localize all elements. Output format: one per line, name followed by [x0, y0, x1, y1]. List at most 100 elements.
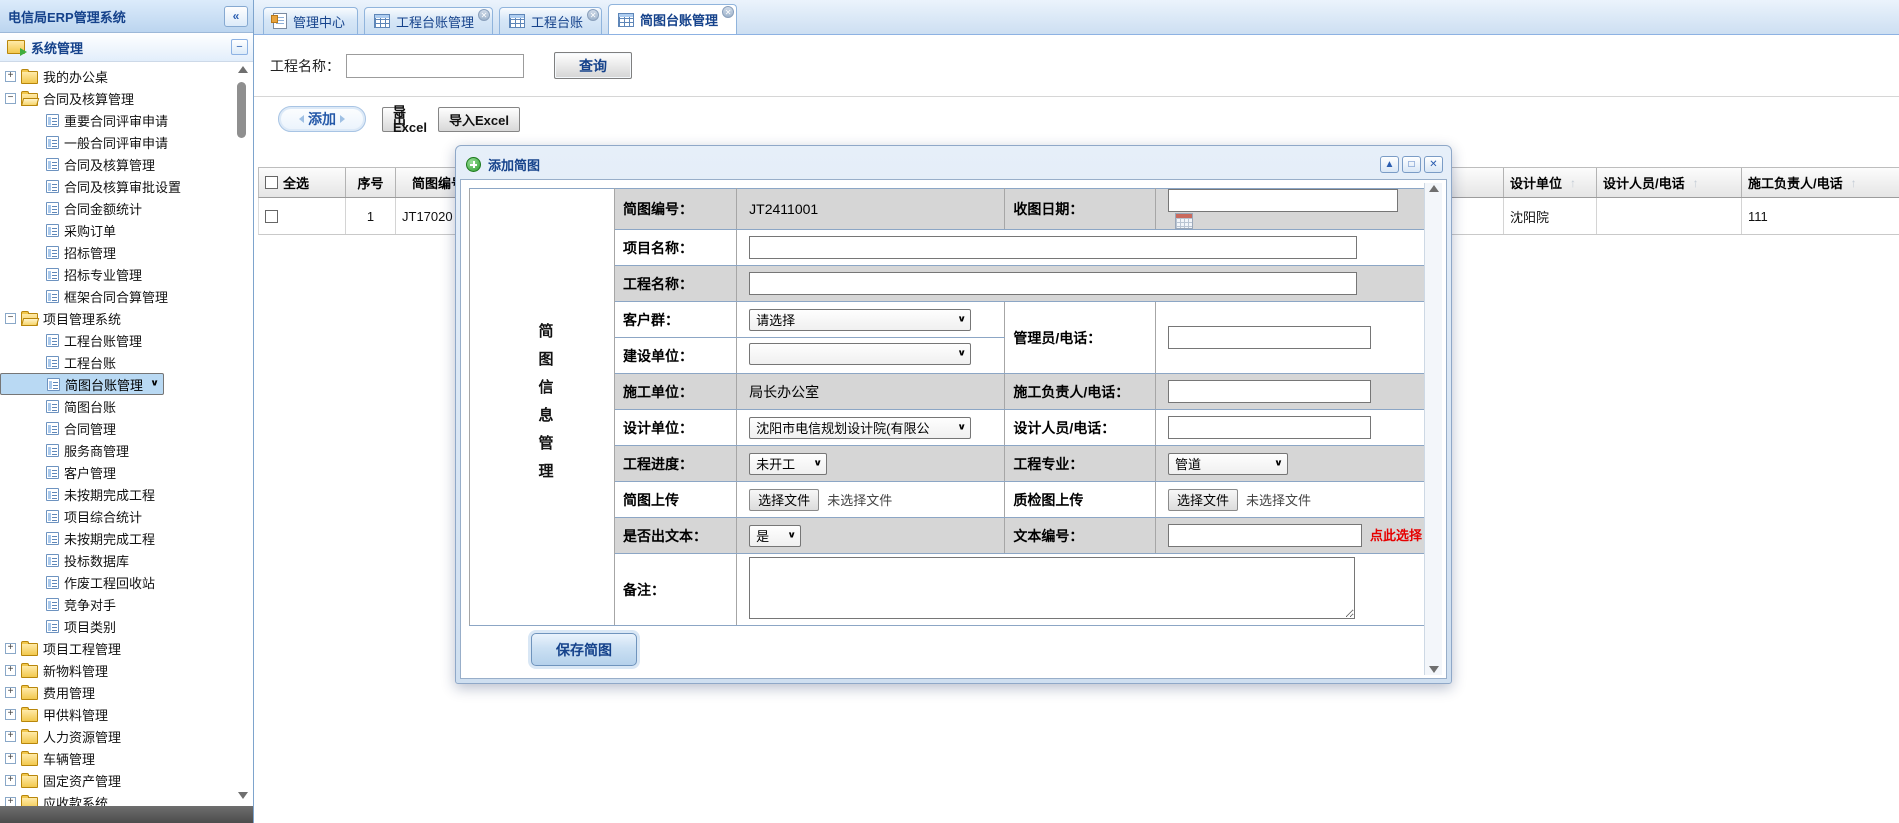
- expander-icon[interactable]: +: [5, 753, 16, 764]
- tab-management-center[interactable]: 管理中心: [263, 7, 358, 34]
- progress-select[interactable]: 未开工: [749, 453, 827, 475]
- search-input[interactable]: [346, 54, 524, 78]
- design-unit-label: 设计单位：: [615, 410, 737, 446]
- tree-item[interactable]: 工程台账管理: [0, 329, 253, 351]
- tree-item[interactable]: 作废工程回收站: [0, 572, 253, 594]
- collapse-dialog-button[interactable]: ▲: [1380, 156, 1399, 173]
- customer-group-select[interactable]: 请选择: [749, 309, 971, 331]
- text-no-label: 文本编号：: [1005, 518, 1156, 554]
- add-button[interactable]: 添加: [278, 106, 366, 132]
- expander-icon[interactable]: +: [5, 709, 16, 720]
- progress-label: 工程进度：: [615, 446, 737, 482]
- tree-item[interactable]: +我的办公桌: [0, 65, 253, 87]
- sketch-file-button[interactable]: 选择文件: [749, 489, 819, 511]
- import-excel-button[interactable]: 导入Excel: [438, 107, 520, 132]
- tab-close-icon[interactable]: ✕: [722, 6, 734, 18]
- tab-project-ledger-management[interactable]: 工程台账管理 ✕: [364, 7, 493, 34]
- engineering-name-input[interactable]: [749, 272, 1357, 295]
- dialog-title-bar[interactable]: 添加简图 ▲ □ ✕: [460, 150, 1447, 179]
- tree-item[interactable]: 重要合同评审申请: [0, 109, 253, 131]
- column-header-seq[interactable]: 序号: [346, 168, 396, 197]
- sidebar-collapse-button[interactable]: «: [224, 6, 248, 27]
- tree-item[interactable]: 未按期完成工程: [0, 528, 253, 550]
- receive-date-input[interactable]: [1168, 189, 1398, 212]
- expander-icon[interactable]: −: [5, 313, 16, 324]
- column-header-builder-phone[interactable]: 施工负责人/电话↑: [1742, 168, 1899, 197]
- tree-item[interactable]: +固定资产管理: [0, 770, 253, 792]
- tree-item[interactable]: −合同及核算管理: [0, 87, 253, 109]
- tree-item[interactable]: 工程台账: [0, 351, 253, 373]
- expander-icon[interactable]: +: [5, 687, 16, 698]
- tree-item[interactable]: +甲供料管理: [0, 704, 253, 726]
- tree-item[interactable]: 框架合同合算管理: [0, 285, 253, 307]
- expander-icon[interactable]: +: [5, 731, 16, 742]
- tree-item[interactable]: 客户管理: [0, 462, 253, 484]
- build-unit-select[interactable]: [749, 343, 971, 365]
- column-header-designer-phone[interactable]: 设计人员/电话↑: [1597, 168, 1742, 197]
- select-all-header[interactable]: 全选: [259, 168, 346, 197]
- scroll-up-icon[interactable]: [1429, 185, 1439, 192]
- tree-item[interactable]: 招标专业管理: [0, 263, 253, 285]
- query-button[interactable]: 查询: [554, 52, 632, 79]
- expander-icon[interactable]: +: [5, 775, 16, 786]
- expander-icon[interactable]: +: [5, 71, 16, 82]
- expander-icon[interactable]: +: [5, 643, 16, 654]
- tree-item[interactable]: 合同及核算管理: [0, 153, 253, 175]
- tree-item-selected[interactable]: 简图台账管理: [0, 373, 164, 395]
- close-dialog-button[interactable]: ✕: [1424, 156, 1443, 173]
- row-checkbox[interactable]: [265, 210, 278, 223]
- tree-item[interactable]: 一般合同评审申请: [0, 131, 253, 153]
- text-no-input[interactable]: [1168, 524, 1362, 547]
- tree-item[interactable]: 未按期完成工程: [0, 484, 253, 506]
- tree-item[interactable]: 项目综合统计: [0, 506, 253, 528]
- tab-sketch-ledger-management[interactable]: 简图台账管理 ✕: [608, 4, 737, 34]
- qc-file-button[interactable]: 选择文件: [1168, 489, 1238, 511]
- tree-item[interactable]: +新物料管理: [0, 660, 253, 682]
- row-seq-cell: 1: [346, 198, 396, 234]
- project-name-input[interactable]: [749, 236, 1357, 259]
- maximize-dialog-button[interactable]: □: [1402, 156, 1421, 173]
- tree-item[interactable]: +项目工程管理: [0, 638, 253, 660]
- scroll-up-icon[interactable]: [238, 66, 248, 73]
- tree-item[interactable]: +车辆管理: [0, 748, 253, 770]
- expander-icon[interactable]: +: [5, 665, 16, 676]
- scroll-down-icon[interactable]: [238, 792, 248, 799]
- sidebar-scrollbar[interactable]: [235, 64, 250, 801]
- construction-phone-input[interactable]: [1168, 380, 1371, 403]
- tab-close-icon[interactable]: ✕: [587, 9, 599, 21]
- tab-project-ledger[interactable]: 工程台账 ✕: [499, 7, 602, 34]
- remark-textarea[interactable]: [749, 557, 1355, 619]
- scrollbar-thumb[interactable]: [237, 82, 246, 138]
- export-excel-button[interactable]: 导出Excel: [382, 107, 404, 132]
- designer-phone-input[interactable]: [1168, 416, 1371, 439]
- text-out-select[interactable]: 是: [749, 525, 801, 547]
- select-all-checkbox[interactable]: [265, 176, 278, 189]
- panel-collapse-button[interactable]: −: [231, 39, 248, 55]
- pick-text-link[interactable]: 点此选择: [1370, 528, 1422, 543]
- tree-item[interactable]: +费用管理: [0, 682, 253, 704]
- tree-item[interactable]: 投标数据库: [0, 550, 253, 572]
- tree-item[interactable]: +人力资源管理: [0, 726, 253, 748]
- scroll-down-icon[interactable]: [1429, 666, 1439, 673]
- design-unit-select[interactable]: 沈阳市电信规划设计院(有限公: [749, 417, 971, 439]
- save-sketch-button[interactable]: 保存简图: [531, 633, 637, 666]
- tab-close-icon[interactable]: ✕: [478, 9, 490, 21]
- tree-item[interactable]: 项目类别: [0, 616, 253, 638]
- tree-item[interactable]: 合同及核算审批设置: [0, 175, 253, 197]
- tree-item[interactable]: 合同管理: [0, 418, 253, 440]
- expander-icon[interactable]: −: [5, 93, 16, 104]
- dialog-scrollbar[interactable]: [1424, 183, 1442, 675]
- tree-item[interactable]: 招标管理: [0, 241, 253, 263]
- manager-phone-input[interactable]: [1168, 326, 1371, 349]
- manager-phone-label: 管理员/电话：: [1005, 302, 1156, 374]
- tree-item[interactable]: 竞争对手: [0, 594, 253, 616]
- sketch-form: 简图信息管理 简图编号： JT2411001 收图日期： 项目名称： 工程名称：…: [469, 188, 1429, 626]
- tree-item[interactable]: 服务商管理: [0, 440, 253, 462]
- specialty-select[interactable]: 管道: [1168, 453, 1288, 475]
- column-header-design-unit[interactable]: 设计单位↑: [1504, 168, 1597, 197]
- tree-item[interactable]: 简图台账: [0, 396, 253, 418]
- tree-item[interactable]: −项目管理系统: [0, 307, 253, 329]
- tree-item[interactable]: 合同金额统计: [0, 197, 253, 219]
- tree-item[interactable]: 采购订单: [0, 219, 253, 241]
- calendar-icon[interactable]: [1175, 213, 1193, 229]
